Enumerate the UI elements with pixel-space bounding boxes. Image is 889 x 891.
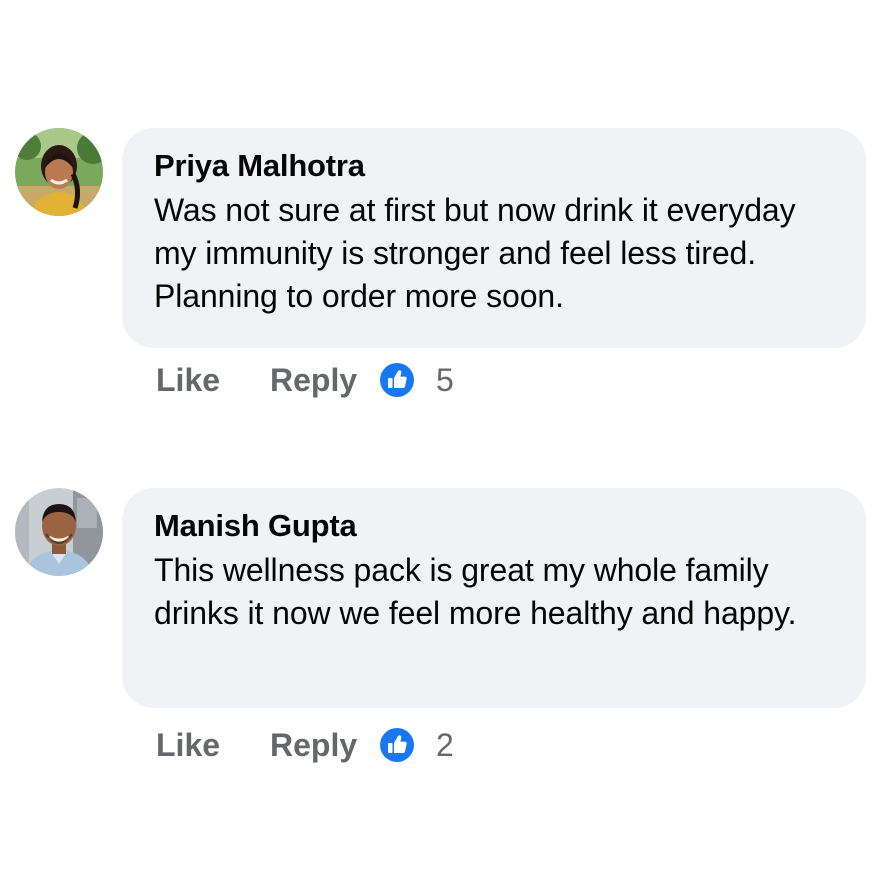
like-button[interactable]: Like [156,362,270,399]
comment-text: Was not sure at first but now drink it e… [154,192,796,314]
reply-button[interactable]: Reply [270,362,380,399]
comment-text: This wellness pack is great my whole fam… [154,552,797,631]
reply-button[interactable]: Reply [270,727,380,764]
comment-author[interactable]: Priya Malhotra [154,146,836,186]
avatar-photo [15,488,103,576]
avatar[interactable] [15,128,103,216]
avatar[interactable] [15,488,103,576]
comment-bubble: Priya Malhotra Was not sure at first but… [122,128,866,348]
like-button[interactable]: Like [156,727,270,764]
like-thumb-icon[interactable] [380,728,414,762]
reaction-count[interactable]: 5 [436,362,454,399]
like-thumb-icon[interactable] [380,363,414,397]
avatar-photo [15,128,103,216]
comment-bubble: Manish Gupta This wellness pack is great… [122,488,866,708]
comment-actions: Like Reply 2 [156,723,454,767]
comment-actions: Like Reply 5 [156,358,454,402]
comment-author[interactable]: Manish Gupta [154,506,836,546]
reaction-count[interactable]: 2 [436,727,454,764]
